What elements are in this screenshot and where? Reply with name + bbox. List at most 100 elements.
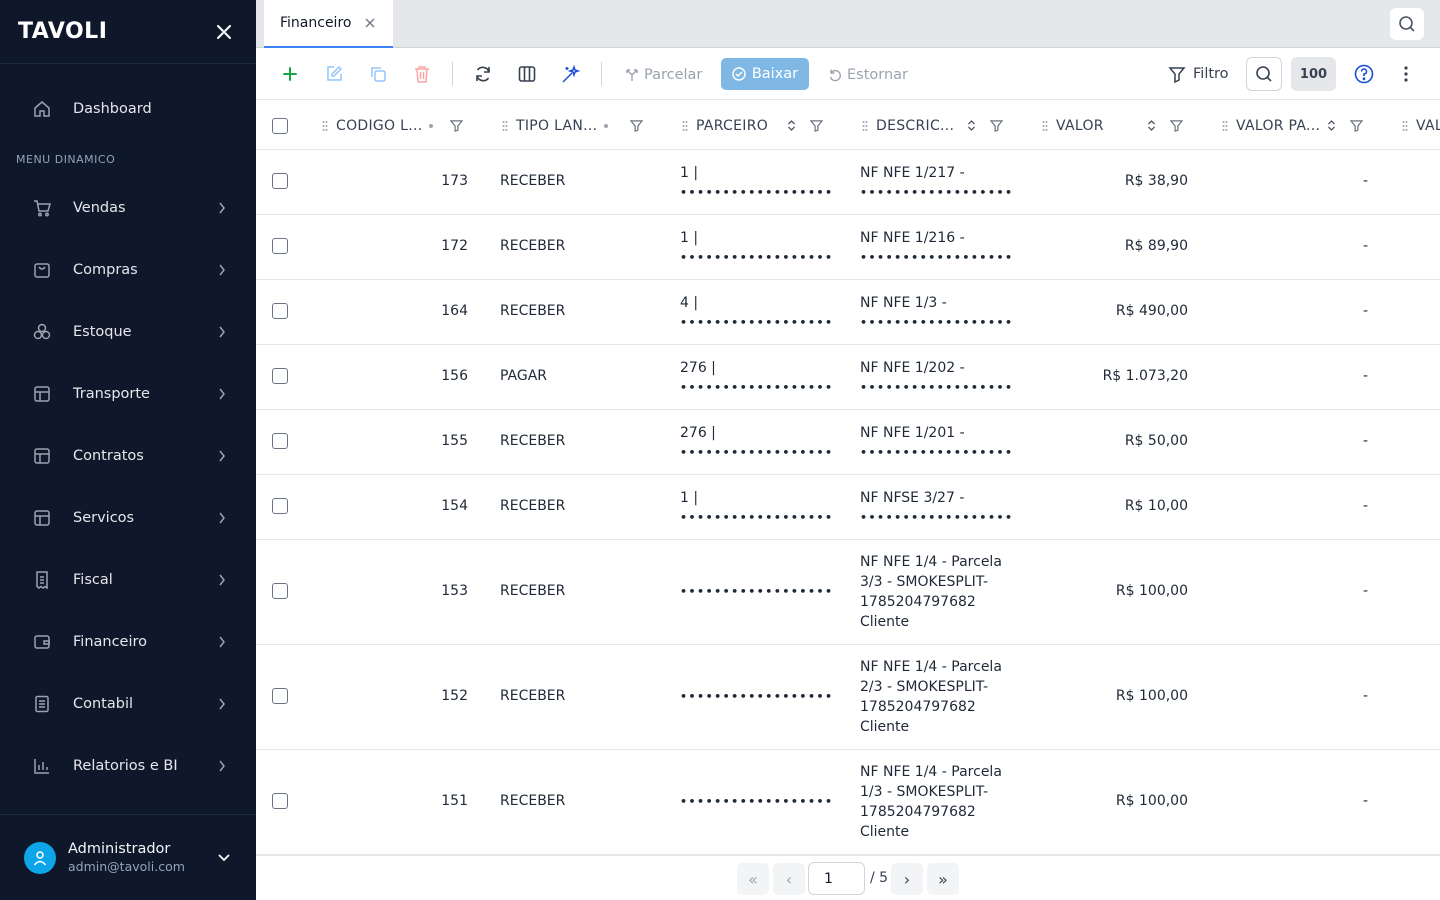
last-page-button[interactable]: » [927,863,959,895]
chevron-down-icon[interactable] [214,848,234,868]
filter-icon[interactable] [810,119,823,132]
column-valor[interactable]: VALOR [1042,101,1202,150]
table-row[interactable]: 154 RECEBER 1 | •••••••••••••••••• NF NF… [256,475,1440,540]
drag-handle-icon[interactable] [682,120,690,132]
cell-tipo: RECEBER [500,793,566,809]
cell-valor: R$ 1.073,20 [1102,368,1188,384]
duplicate-button[interactable] [363,59,393,89]
first-page-button[interactable]: « [737,863,769,895]
table-search-button[interactable] [1246,57,1282,91]
descricao-line: 1785204797682 [860,699,976,715]
cell-parceiro: 4 | •••••••••••••••••• [680,293,834,333]
user-profile[interactable]: Administrador admin@tavoli.com [0,814,256,900]
filter-icon[interactable] [1170,119,1183,132]
sidebar-item-fiscal[interactable]: Fiscal [0,558,256,602]
sort-icon[interactable] [967,119,976,132]
pagination: « ‹ / 5 › » [256,855,1440,900]
column-valor-pago[interactable]: VALOR PA... [1222,101,1382,150]
parceiro-masked: •••••••••••••••••• [680,690,834,703]
table-row[interactable]: 173 RECEBER 1 | •••••••••••••••••• NF NF… [256,150,1440,215]
boxes-icon [32,322,52,342]
sidebar-item-dashboard[interactable]: Dashboard [0,87,256,131]
parceiro-code: 1 | [680,165,699,181]
sidebar-item-vendas[interactable]: Vendas [0,186,256,230]
descricao-line: 2/3 - SMOKESPLIT- [860,679,989,695]
column-parceiro[interactable]: PARCEIRO [682,101,842,150]
drag-handle-icon[interactable] [1222,120,1230,132]
table-row[interactable]: 152 RECEBER •••••••••••••••••• NF NFE 1/… [256,645,1440,750]
cell-codigo: 154 [441,498,468,514]
tab-financeiro[interactable]: Financeiro [264,0,393,48]
drag-handle-icon[interactable] [1042,120,1050,132]
refresh-button[interactable] [468,59,498,89]
row-checkbox[interactable] [272,433,288,449]
row-checkbox[interactable] [272,793,288,809]
table-row[interactable]: 155 RECEBER 276 | •••••••••••••••••• NF … [256,410,1440,475]
row-checkbox[interactable] [272,498,288,514]
table-row[interactable]: 153 RECEBER •••••••••••••••••• NF NFE 1/… [256,540,1440,645]
baixar-button[interactable]: Baixar [721,58,809,90]
row-checkbox[interactable] [272,173,288,189]
sort-icon[interactable] [428,121,434,131]
table-row[interactable]: 156 PAGAR 276 | •••••••••••••••••• NF NF… [256,345,1440,410]
column-descricao[interactable]: DESCRIC... [862,101,1022,150]
sidebar-item-servicos[interactable]: Servicos [0,496,256,540]
receipt-icon [32,570,52,590]
row-checkbox[interactable] [272,238,288,254]
row-checkbox[interactable] [272,583,288,599]
sidebar-item-compras[interactable]: Compras [0,248,256,292]
more-options-icon[interactable] [1396,62,1416,86]
page-total: / 5 [870,870,889,886]
column-codigo[interactable]: CODIGO L... [322,101,482,150]
sidebar-item-contratos[interactable]: Contratos [0,434,256,478]
help-icon[interactable] [1352,62,1376,86]
table-header: CODIGO L... TIPO LAN... PARCEIRO DESCRIC… [256,101,1440,150]
parcelar-label: Parcelar [644,66,703,83]
drag-handle-icon[interactable] [502,120,510,132]
sidebar-item-relatorios[interactable]: Relatorios e BI [0,744,256,788]
global-search-button[interactable] [1390,8,1424,40]
descricao-line: 1785204797682 [860,804,976,820]
filter-icon[interactable] [990,119,1003,132]
add-button[interactable] [275,59,305,89]
estornar-button[interactable]: Estornar [828,59,908,90]
sort-icon[interactable] [787,119,796,132]
filtro-button[interactable]: Filtro [1168,59,1229,89]
table-row[interactable]: 164 RECEBER 4 | •••••••••••••••••• NF NF… [256,280,1440,345]
edit-button[interactable] [319,59,349,89]
page-number-input[interactable] [808,862,865,895]
drag-handle-icon[interactable] [1402,120,1410,132]
filter-icon[interactable] [450,119,463,132]
table-row[interactable]: 172 RECEBER 1 | •••••••••••••••••• NF NF… [256,215,1440,280]
chevron-right-icon [214,572,230,588]
close-tab-icon[interactable] [363,16,377,30]
next-page-button[interactable]: › [891,863,923,895]
parcelar-button[interactable]: Parcelar [625,59,702,90]
sort-icon[interactable] [1327,119,1336,132]
sidebar-item-transporte[interactable]: Transporte [0,372,256,416]
page-size-selector[interactable]: 100 [1291,57,1336,91]
column-tipo[interactable]: TIPO LAN... [502,101,662,150]
row-checkbox[interactable] [272,688,288,704]
filter-icon[interactable] [1350,119,1363,132]
copy-icon [371,67,386,82]
select-all-checkbox[interactable] [272,117,288,134]
columns-button[interactable] [512,59,542,89]
sort-icon[interactable] [1147,119,1156,132]
filter-icon [1168,67,1186,83]
table-row[interactable]: 151 RECEBER •••••••••••••••••• NF NFE 1/… [256,750,1440,855]
row-checkbox[interactable] [272,303,288,319]
sidebar-item-contabil[interactable]: Contabil [0,682,256,726]
close-sidebar-icon[interactable] [212,20,236,44]
row-checkbox[interactable] [272,368,288,384]
column-val-truncated[interactable]: VAL [1402,101,1440,150]
drag-handle-icon[interactable] [322,120,330,132]
sort-icon[interactable] [603,121,609,131]
delete-button[interactable] [407,59,437,89]
sidebar-item-financeiro[interactable]: Financeiro [0,620,256,664]
filter-icon[interactable] [630,119,643,132]
sidebar-item-estoque[interactable]: Estoque [0,310,256,354]
drag-handle-icon[interactable] [862,120,870,132]
ai-button[interactable] [556,59,586,89]
prev-page-button[interactable]: ‹ [773,863,805,895]
